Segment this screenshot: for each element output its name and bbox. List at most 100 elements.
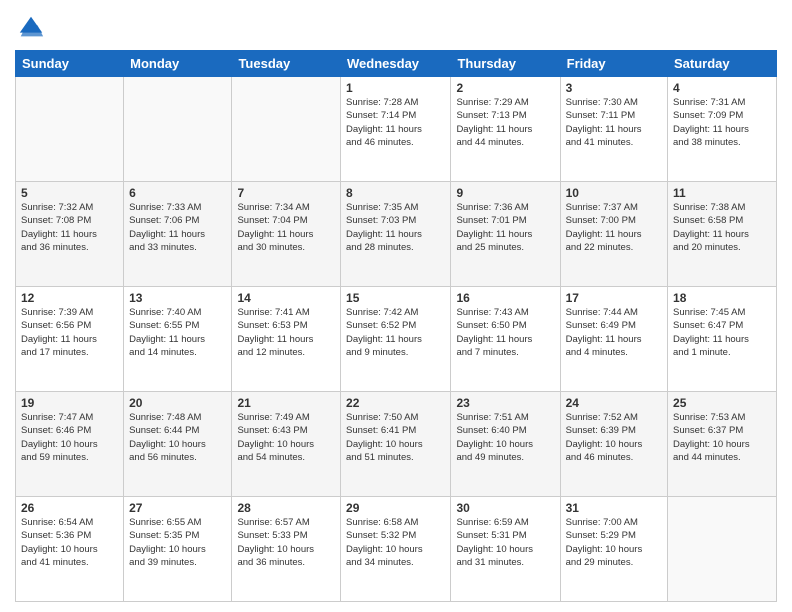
calendar-cell: 16Sunrise: 7:43 AM Sunset: 6:50 PM Dayli… bbox=[451, 287, 560, 392]
day-info: Sunrise: 6:58 AM Sunset: 5:32 PM Dayligh… bbox=[346, 516, 445, 569]
day-info: Sunrise: 7:41 AM Sunset: 6:53 PM Dayligh… bbox=[237, 306, 335, 359]
day-number: 14 bbox=[237, 291, 335, 305]
day-number: 25 bbox=[673, 396, 771, 410]
calendar-cell: 27Sunrise: 6:55 AM Sunset: 5:35 PM Dayli… bbox=[124, 497, 232, 602]
day-info: Sunrise: 7:42 AM Sunset: 6:52 PM Dayligh… bbox=[346, 306, 445, 359]
day-number: 29 bbox=[346, 501, 445, 515]
calendar-day-header: Saturday bbox=[668, 51, 777, 77]
day-number: 7 bbox=[237, 186, 335, 200]
calendar-day-header: Tuesday bbox=[232, 51, 341, 77]
day-info: Sunrise: 7:28 AM Sunset: 7:14 PM Dayligh… bbox=[346, 96, 445, 149]
day-info: Sunrise: 7:35 AM Sunset: 7:03 PM Dayligh… bbox=[346, 201, 445, 254]
logo-icon bbox=[17, 14, 45, 42]
day-number: 9 bbox=[456, 186, 554, 200]
day-number: 2 bbox=[456, 81, 554, 95]
calendar-cell: 28Sunrise: 6:57 AM Sunset: 5:33 PM Dayli… bbox=[232, 497, 341, 602]
calendar-header-row: SundayMondayTuesdayWednesdayThursdayFrid… bbox=[16, 51, 777, 77]
day-number: 11 bbox=[673, 186, 771, 200]
day-info: Sunrise: 7:48 AM Sunset: 6:44 PM Dayligh… bbox=[129, 411, 226, 464]
calendar-cell: 29Sunrise: 6:58 AM Sunset: 5:32 PM Dayli… bbox=[341, 497, 451, 602]
day-number: 21 bbox=[237, 396, 335, 410]
day-info: Sunrise: 7:49 AM Sunset: 6:43 PM Dayligh… bbox=[237, 411, 335, 464]
day-info: Sunrise: 6:59 AM Sunset: 5:31 PM Dayligh… bbox=[456, 516, 554, 569]
day-info: Sunrise: 7:45 AM Sunset: 6:47 PM Dayligh… bbox=[673, 306, 771, 359]
day-info: Sunrise: 7:33 AM Sunset: 7:06 PM Dayligh… bbox=[129, 201, 226, 254]
calendar-cell: 2Sunrise: 7:29 AM Sunset: 7:13 PM Daylig… bbox=[451, 77, 560, 182]
calendar-cell: 5Sunrise: 7:32 AM Sunset: 7:08 PM Daylig… bbox=[16, 182, 124, 287]
day-info: Sunrise: 7:50 AM Sunset: 6:41 PM Dayligh… bbox=[346, 411, 445, 464]
day-number: 4 bbox=[673, 81, 771, 95]
day-info: Sunrise: 6:54 AM Sunset: 5:36 PM Dayligh… bbox=[21, 516, 118, 569]
day-number: 8 bbox=[346, 186, 445, 200]
day-info: Sunrise: 7:53 AM Sunset: 6:37 PM Dayligh… bbox=[673, 411, 771, 464]
day-info: Sunrise: 7:37 AM Sunset: 7:00 PM Dayligh… bbox=[566, 201, 662, 254]
day-number: 26 bbox=[21, 501, 118, 515]
calendar-cell: 9Sunrise: 7:36 AM Sunset: 7:01 PM Daylig… bbox=[451, 182, 560, 287]
day-info: Sunrise: 7:40 AM Sunset: 6:55 PM Dayligh… bbox=[129, 306, 226, 359]
calendar-day-header: Friday bbox=[560, 51, 667, 77]
calendar-cell: 22Sunrise: 7:50 AM Sunset: 6:41 PM Dayli… bbox=[341, 392, 451, 497]
day-info: Sunrise: 7:51 AM Sunset: 6:40 PM Dayligh… bbox=[456, 411, 554, 464]
day-info: Sunrise: 7:29 AM Sunset: 7:13 PM Dayligh… bbox=[456, 96, 554, 149]
day-number: 18 bbox=[673, 291, 771, 305]
calendar-cell bbox=[124, 77, 232, 182]
calendar-table: SundayMondayTuesdayWednesdayThursdayFrid… bbox=[15, 50, 777, 602]
day-number: 19 bbox=[21, 396, 118, 410]
calendar-week-row: 5Sunrise: 7:32 AM Sunset: 7:08 PM Daylig… bbox=[16, 182, 777, 287]
calendar-cell: 24Sunrise: 7:52 AM Sunset: 6:39 PM Dayli… bbox=[560, 392, 667, 497]
calendar-cell: 3Sunrise: 7:30 AM Sunset: 7:11 PM Daylig… bbox=[560, 77, 667, 182]
calendar-cell: 13Sunrise: 7:40 AM Sunset: 6:55 PM Dayli… bbox=[124, 287, 232, 392]
day-number: 28 bbox=[237, 501, 335, 515]
day-number: 15 bbox=[346, 291, 445, 305]
page-container: SundayMondayTuesdayWednesdayThursdayFrid… bbox=[0, 0, 792, 612]
calendar-cell: 14Sunrise: 7:41 AM Sunset: 6:53 PM Dayli… bbox=[232, 287, 341, 392]
day-info: Sunrise: 7:43 AM Sunset: 6:50 PM Dayligh… bbox=[456, 306, 554, 359]
day-number: 6 bbox=[129, 186, 226, 200]
calendar-cell: 25Sunrise: 7:53 AM Sunset: 6:37 PM Dayli… bbox=[668, 392, 777, 497]
calendar-day-header: Thursday bbox=[451, 51, 560, 77]
day-info: Sunrise: 7:32 AM Sunset: 7:08 PM Dayligh… bbox=[21, 201, 118, 254]
day-number: 5 bbox=[21, 186, 118, 200]
calendar-day-header: Monday bbox=[124, 51, 232, 77]
calendar-cell: 23Sunrise: 7:51 AM Sunset: 6:40 PM Dayli… bbox=[451, 392, 560, 497]
day-number: 1 bbox=[346, 81, 445, 95]
day-info: Sunrise: 7:30 AM Sunset: 7:11 PM Dayligh… bbox=[566, 96, 662, 149]
logo bbox=[15, 14, 45, 42]
calendar-cell: 12Sunrise: 7:39 AM Sunset: 6:56 PM Dayli… bbox=[16, 287, 124, 392]
day-info: Sunrise: 7:39 AM Sunset: 6:56 PM Dayligh… bbox=[21, 306, 118, 359]
day-info: Sunrise: 7:36 AM Sunset: 7:01 PM Dayligh… bbox=[456, 201, 554, 254]
calendar-cell bbox=[668, 497, 777, 602]
calendar-cell bbox=[232, 77, 341, 182]
calendar-cell: 17Sunrise: 7:44 AM Sunset: 6:49 PM Dayli… bbox=[560, 287, 667, 392]
calendar-cell: 31Sunrise: 7:00 AM Sunset: 5:29 PM Dayli… bbox=[560, 497, 667, 602]
day-number: 27 bbox=[129, 501, 226, 515]
calendar-cell bbox=[16, 77, 124, 182]
calendar-week-row: 1Sunrise: 7:28 AM Sunset: 7:14 PM Daylig… bbox=[16, 77, 777, 182]
calendar-cell: 21Sunrise: 7:49 AM Sunset: 6:43 PM Dayli… bbox=[232, 392, 341, 497]
day-number: 16 bbox=[456, 291, 554, 305]
day-info: Sunrise: 7:38 AM Sunset: 6:58 PM Dayligh… bbox=[673, 201, 771, 254]
day-number: 31 bbox=[566, 501, 662, 515]
day-number: 24 bbox=[566, 396, 662, 410]
calendar-week-row: 26Sunrise: 6:54 AM Sunset: 5:36 PM Dayli… bbox=[16, 497, 777, 602]
calendar-cell: 8Sunrise: 7:35 AM Sunset: 7:03 PM Daylig… bbox=[341, 182, 451, 287]
day-info: Sunrise: 6:57 AM Sunset: 5:33 PM Dayligh… bbox=[237, 516, 335, 569]
day-info: Sunrise: 7:00 AM Sunset: 5:29 PM Dayligh… bbox=[566, 516, 662, 569]
header bbox=[15, 10, 777, 42]
day-number: 17 bbox=[566, 291, 662, 305]
calendar-cell: 30Sunrise: 6:59 AM Sunset: 5:31 PM Dayli… bbox=[451, 497, 560, 602]
calendar-day-header: Wednesday bbox=[341, 51, 451, 77]
day-info: Sunrise: 7:52 AM Sunset: 6:39 PM Dayligh… bbox=[566, 411, 662, 464]
calendar-week-row: 19Sunrise: 7:47 AM Sunset: 6:46 PM Dayli… bbox=[16, 392, 777, 497]
calendar-week-row: 12Sunrise: 7:39 AM Sunset: 6:56 PM Dayli… bbox=[16, 287, 777, 392]
calendar-cell: 18Sunrise: 7:45 AM Sunset: 6:47 PM Dayli… bbox=[668, 287, 777, 392]
calendar-cell: 19Sunrise: 7:47 AM Sunset: 6:46 PM Dayli… bbox=[16, 392, 124, 497]
calendar-cell: 6Sunrise: 7:33 AM Sunset: 7:06 PM Daylig… bbox=[124, 182, 232, 287]
calendar-cell: 1Sunrise: 7:28 AM Sunset: 7:14 PM Daylig… bbox=[341, 77, 451, 182]
day-number: 10 bbox=[566, 186, 662, 200]
calendar-cell: 10Sunrise: 7:37 AM Sunset: 7:00 PM Dayli… bbox=[560, 182, 667, 287]
day-number: 20 bbox=[129, 396, 226, 410]
calendar-cell: 7Sunrise: 7:34 AM Sunset: 7:04 PM Daylig… bbox=[232, 182, 341, 287]
calendar-cell: 15Sunrise: 7:42 AM Sunset: 6:52 PM Dayli… bbox=[341, 287, 451, 392]
day-number: 30 bbox=[456, 501, 554, 515]
